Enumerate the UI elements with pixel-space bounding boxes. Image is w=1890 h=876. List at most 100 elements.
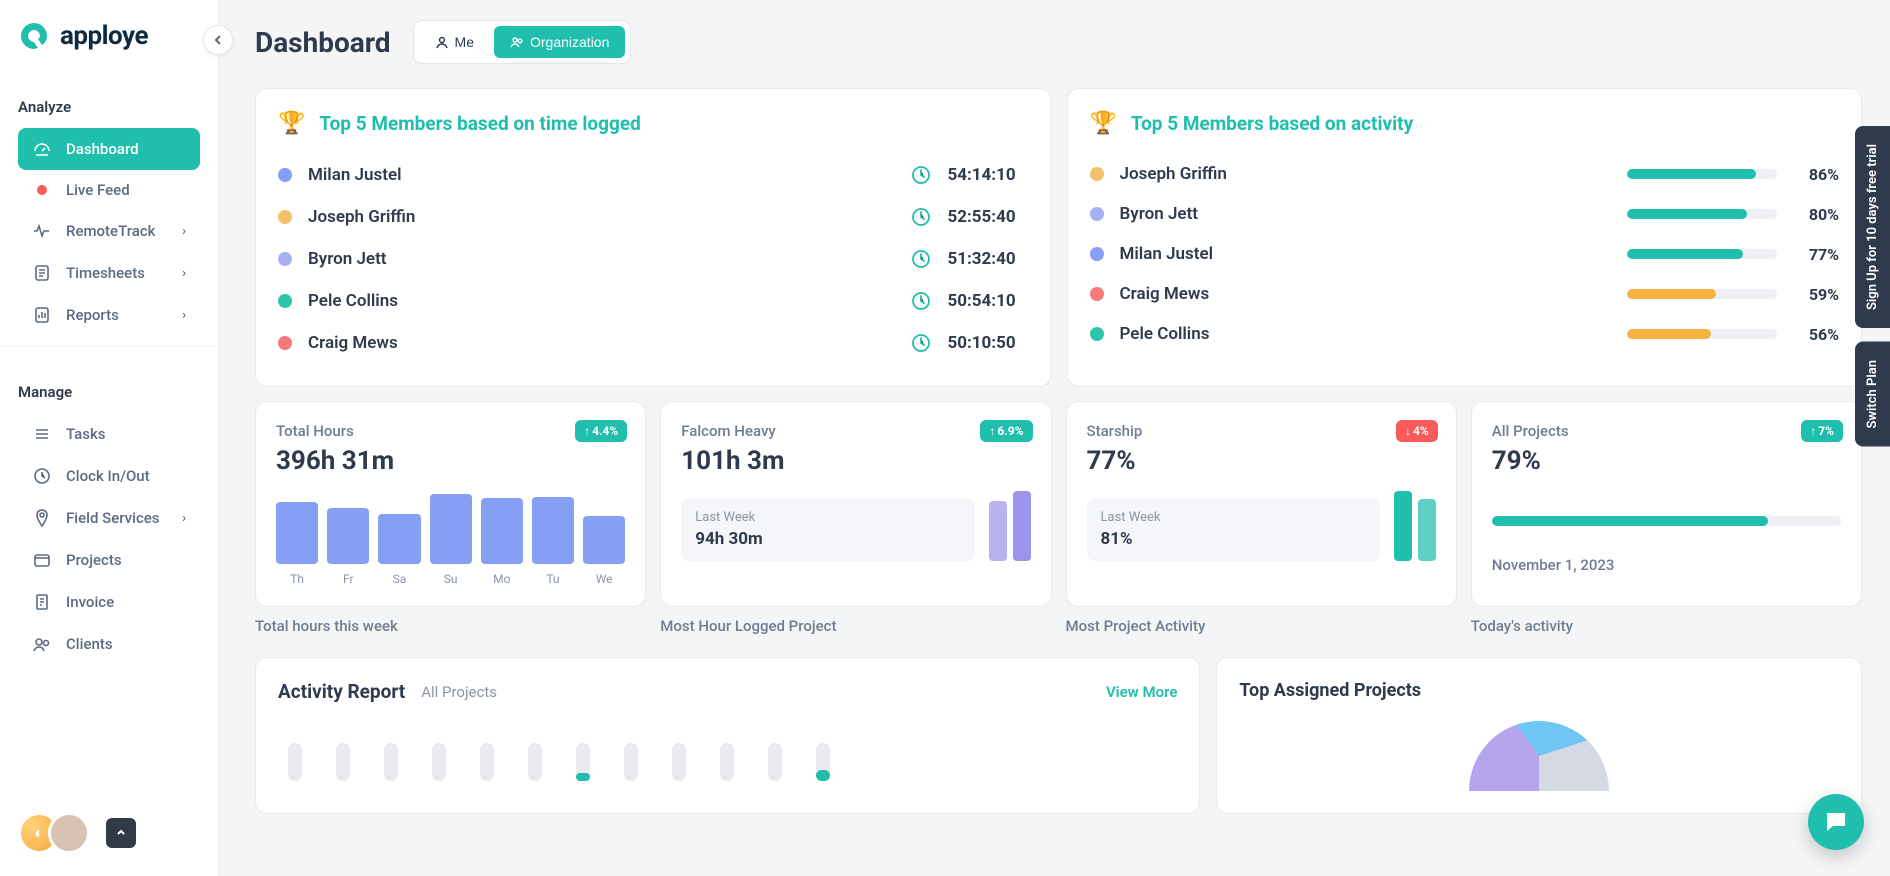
side-tab-switch-plan[interactable]: Switch Plan [1855, 342, 1890, 447]
member-dot-icon [1090, 207, 1104, 221]
trend-badge: ↑4.4% [575, 420, 627, 442]
member-name: Craig Mews [1120, 284, 1612, 304]
member-row[interactable]: Craig Mews 59% [1090, 274, 1840, 314]
nav-label: RemoteTrack [66, 222, 155, 240]
collapse-sidebar-button[interactable] [203, 25, 233, 55]
member-row[interactable]: Joseph Griffin 52:55:40 [278, 196, 1028, 238]
invoice-icon [32, 592, 52, 612]
tasks-icon [32, 424, 52, 444]
caption: Total hours this week [255, 617, 646, 635]
user-avatar [48, 812, 90, 854]
nav-timesheets[interactable]: Timesheets › [18, 252, 200, 294]
nav-label: Tasks [66, 425, 106, 443]
nav-tasks[interactable]: Tasks [18, 413, 200, 455]
nav-dashboard[interactable]: Dashboard [18, 128, 200, 170]
stat-value: 77% [1087, 446, 1436, 476]
toggle-organization[interactable]: Organization [494, 26, 625, 58]
member-time: 52:55:40 [948, 207, 1028, 227]
card-title: Top 5 Members based on activity [1131, 112, 1413, 135]
nav-field-services[interactable]: Field Services › [18, 497, 200, 539]
clients-icon [32, 634, 52, 654]
nav-clock[interactable]: Clock In/Out [18, 455, 200, 497]
member-name: Craig Mews [308, 333, 894, 353]
day-label: Mo [481, 572, 523, 586]
timesheet-icon [32, 263, 52, 283]
chevron-right-icon: › [182, 224, 186, 239]
lastweek-value: 94h 30m [695, 529, 960, 549]
live-dot-icon [37, 185, 47, 195]
avatar-stack[interactable]: ◐ [18, 812, 90, 854]
stat-label: Starship [1087, 422, 1436, 440]
clock-icon [32, 466, 52, 486]
nav-invoice[interactable]: Invoice [18, 581, 200, 623]
progress-bar [1627, 169, 1777, 179]
stat-value: 79% [1492, 446, 1841, 476]
member-dot-icon [1090, 327, 1104, 341]
member-row[interactable]: Pele Collins 50:54:10 [278, 280, 1028, 322]
trend-badge: ↑6.9% [980, 420, 1032, 442]
logo-text: apploye [60, 21, 148, 51]
trophy-icon: 🏆 [278, 111, 305, 136]
main-content: Dashboard Me Organization 🏆 Top 5 Member… [219, 0, 1890, 876]
member-row[interactable]: Byron Jett 51:32:40 [278, 238, 1028, 280]
member-name: Pele Collins [1120, 324, 1612, 344]
progress-bar [1627, 289, 1777, 299]
day-label: We [583, 572, 625, 586]
trophy-icon: 🏆 [1090, 111, 1117, 136]
lastweek-label: Last Week [695, 510, 960, 525]
expand-button[interactable] [106, 818, 136, 848]
member-name: Pele Collins [308, 291, 894, 311]
sidebar: apploye Analyze Dashboard Live Feed Remo… [0, 0, 219, 876]
chevron-up-icon [115, 827, 127, 839]
side-tab-trial[interactable]: Sign Up for 10 days free trial [1855, 126, 1890, 328]
nav-label: Clock In/Out [66, 467, 150, 485]
lastweek-label: Last Week [1101, 510, 1366, 525]
nav-remotetrack[interactable]: RemoteTrack › [18, 210, 200, 252]
view-toggle: Me Organization [413, 20, 632, 64]
assigned-title: Top Assigned Projects [1239, 680, 1839, 701]
mini-bar [430, 494, 472, 564]
member-pct: 59% [1793, 285, 1839, 304]
logo[interactable]: apploye [0, 0, 218, 72]
caption: Most Hour Logged Project [660, 617, 1051, 635]
stat-all-projects: ↑7% All Projects 79% November 1, 2023 [1471, 401, 1862, 607]
card-top5-activity: 🏆 Top 5 Members based on activity Joseph… [1067, 88, 1863, 387]
stat-label: Total Hours [276, 422, 625, 440]
progress-bar [1492, 516, 1841, 526]
member-dot-icon [278, 210, 292, 224]
member-row[interactable]: Pele Collins 56% [1090, 314, 1840, 354]
member-row[interactable]: Milan Justel 54:14:10 [278, 154, 1028, 196]
member-time: 50:10:50 [948, 333, 1028, 353]
member-dot-icon [278, 168, 292, 182]
member-row[interactable]: Byron Jett 80% [1090, 194, 1840, 234]
report-icon [32, 305, 52, 325]
compare-bars [1394, 491, 1436, 561]
nav-clients[interactable]: Clients [18, 623, 200, 665]
member-row[interactable]: Milan Justel 77% [1090, 234, 1840, 274]
toggle-me[interactable]: Me [419, 26, 490, 58]
member-name: Joseph Griffin [308, 207, 894, 227]
toggle-org-label: Organization [530, 34, 609, 50]
activity-title: Activity Report [278, 680, 405, 703]
member-row[interactable]: Craig Mews 50:10:50 [278, 322, 1028, 364]
nav-reports[interactable]: Reports › [18, 294, 200, 336]
compare-bars [989, 491, 1031, 561]
member-dot-icon [278, 336, 292, 350]
mini-bar [327, 508, 369, 564]
page-title: Dashboard [255, 26, 391, 59]
date-text: November 1, 2023 [1492, 556, 1841, 574]
day-label: Su [430, 572, 472, 586]
nav-live-feed[interactable]: Live Feed [18, 170, 200, 210]
mini-bar [276, 502, 318, 564]
nav-projects[interactable]: Projects [18, 539, 200, 581]
member-row[interactable]: Joseph Griffin 86% [1090, 154, 1840, 194]
location-icon [32, 508, 52, 528]
section-title-manage: Manage [18, 383, 200, 401]
member-name: Joseph Griffin [1120, 164, 1612, 184]
chat-fab[interactable] [1808, 794, 1864, 850]
activity-filter[interactable]: All Projects [421, 683, 497, 701]
day-label: Tu [532, 572, 574, 586]
view-more-link[interactable]: View More [1106, 683, 1177, 701]
clock-icon [910, 332, 932, 354]
stat-label: All Projects [1492, 422, 1841, 440]
